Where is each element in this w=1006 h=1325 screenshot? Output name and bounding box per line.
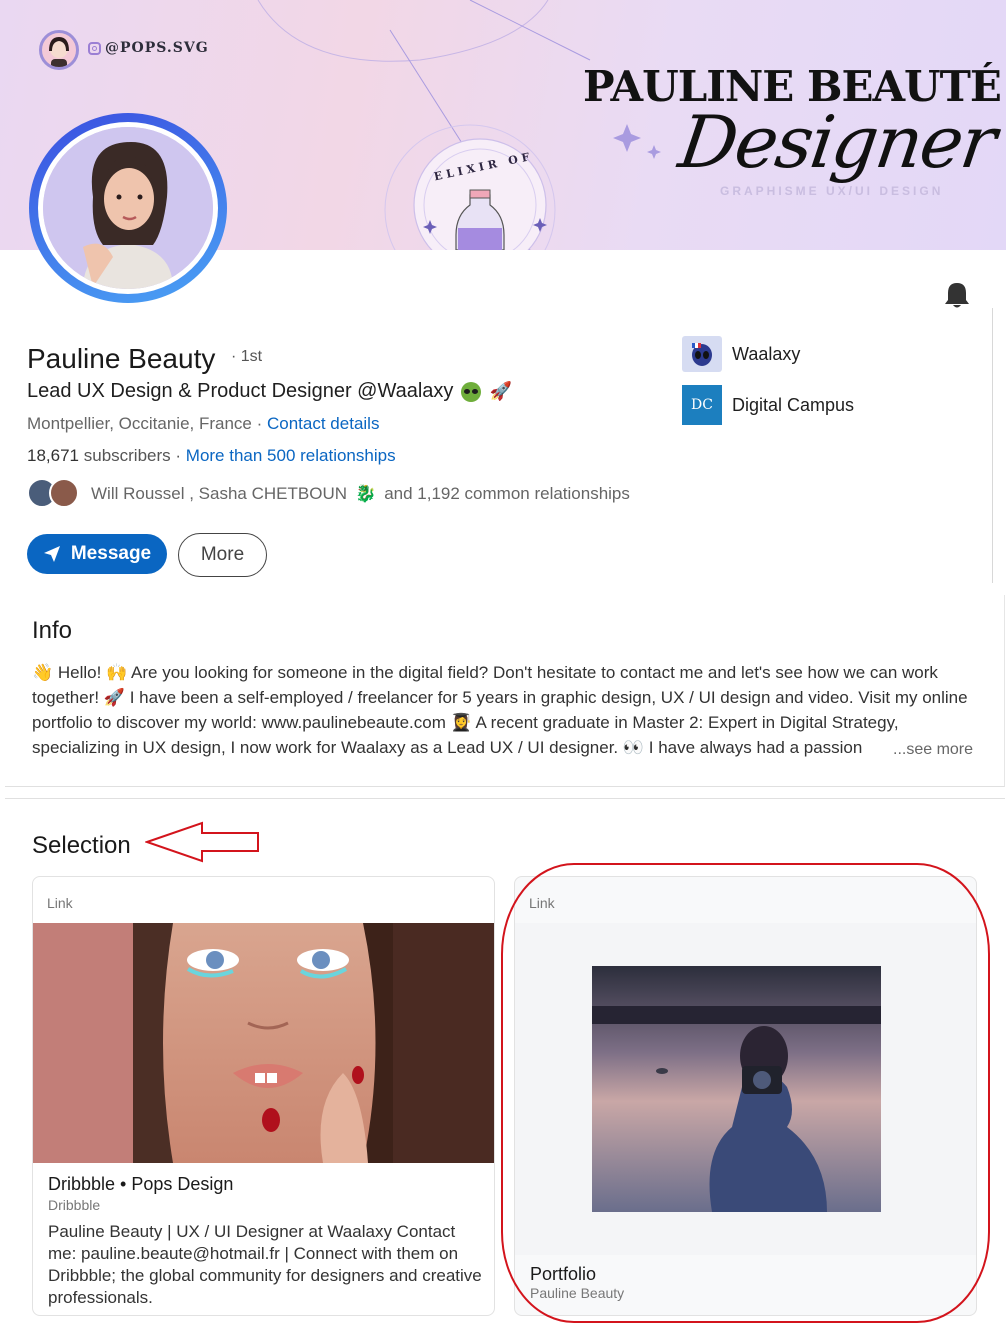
rocket-icon: 🚀 <box>489 381 512 401</box>
divider <box>992 308 993 583</box>
common-names: Will Roussel , Sasha CHETBOUN <box>91 484 348 503</box>
waalaxy-logo-icon <box>682 336 722 372</box>
company-digital-campus[interactable]: DC Digital Campus <box>682 385 854 425</box>
see-more-link[interactable]: ...see more <box>883 737 974 762</box>
location-text: Montpellier, Occitanie, France · <box>27 414 263 433</box>
instagram-icon <box>88 41 101 55</box>
company-name: Waalaxy <box>732 343 801 364</box>
company-waalaxy[interactable]: Waalaxy <box>682 336 800 372</box>
headline-text: Lead UX Design & Product Designer @Waala… <box>27 380 454 402</box>
profile-photo <box>43 127 213 289</box>
alien-icon <box>461 381 482 402</box>
subscribers-label: subscribers <box>83 446 171 465</box>
subscribers-count: 18,671 <box>27 446 79 465</box>
dribbble-preview-image <box>33 923 494 1163</box>
featured-card-dribbble[interactable]: Link Dribbble • Pops Design Dribbble Pau… <box>32 876 495 1316</box>
digital-campus-logo-icon: DC <box>682 385 722 425</box>
annotation-arrow <box>145 821 259 863</box>
location-line: Montpellier, Occitanie, France · Contact… <box>27 414 379 434</box>
banner-brand-tags: GRAPHISME UX/UI DESIGN <box>720 184 944 198</box>
instagram-avatar <box>39 30 79 70</box>
more-button[interactable]: More <box>178 533 267 577</box>
relationships-link[interactable]: More than 500 relationships <box>186 446 396 465</box>
profile-avatar[interactable] <box>29 113 227 303</box>
subscribers-line: 18,671 subscribers · More than 500 relat… <box>27 446 396 465</box>
card-title: Dribbble • Pops Design <box>48 1174 234 1194</box>
message-button[interactable]: Message <box>27 534 167 574</box>
info-text: 👋 Hello! 🙌 Are you looking for someone i… <box>32 663 968 757</box>
card-source: Dribbble <box>48 1197 101 1213</box>
send-icon <box>43 546 60 562</box>
info-title: Info <box>32 617 73 644</box>
banner-brand-script: Designer <box>674 100 1000 184</box>
instagram-handle: @POPS.SVG <box>88 40 209 56</box>
card-description: Pauline Beauty | UX / UI Designer at Waa… <box>48 1222 482 1307</box>
common-avatars <box>27 478 85 510</box>
profile-name: Pauline Beauty <box>27 343 216 374</box>
instagram-handle-text: @POPS.SVG <box>105 40 209 56</box>
bell-icon[interactable] <box>944 281 970 309</box>
common-relationships[interactable]: Will Roussel , Sasha CHETBOUN 🐉 and 1,19… <box>27 478 630 510</box>
connection-degree: · 1st <box>231 348 263 365</box>
profile-headline: Lead UX Design & Product Designer @Waala… <box>27 380 512 403</box>
dragon-icon: 🐉 <box>355 484 377 503</box>
annotation-ellipse <box>501 863 990 1323</box>
avatar <box>49 478 79 508</box>
common-count: and 1,192 common relationships <box>384 484 630 503</box>
contact-details-link[interactable]: Contact details <box>267 414 379 433</box>
message-button-label: Message <box>70 543 152 564</box>
selection-title: Selection <box>32 832 131 859</box>
company-name: Digital Campus <box>732 394 855 415</box>
card-kind-label: Link <box>47 895 73 911</box>
more-button-label: More <box>200 544 245 565</box>
